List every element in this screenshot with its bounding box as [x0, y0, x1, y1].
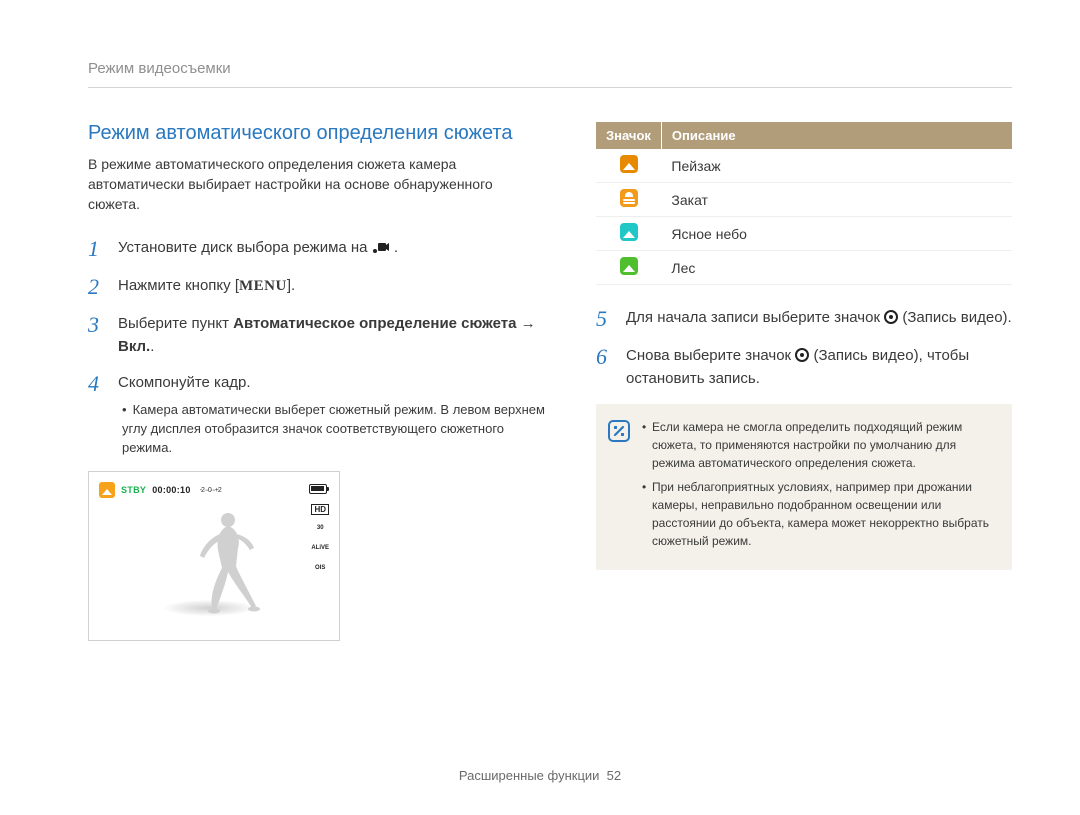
- preview-figure: [186, 508, 266, 618]
- arrow: →: [516, 315, 535, 332]
- content-columns: Режим автоматического определения сюжета…: [88, 122, 1012, 641]
- preview-status-row: STBY 00:00:10 -2···0···+2: [99, 482, 221, 498]
- intro-paragraph: В режиме автоматического определения сюж…: [88, 155, 548, 215]
- step-number: 1: [88, 237, 104, 262]
- menu-label: MENU: [239, 278, 287, 294]
- step-5: 5 Для начала записи выберите значок (Зап…: [596, 307, 1012, 331]
- scene-icon-table: Значок Описание Пейзаж Закат: [596, 122, 1012, 285]
- step-text: Снова выберите значок (Запись видео), чт…: [626, 345, 1012, 390]
- step-6: 6 Снова выберите значок (Запись видео), …: [596, 345, 1012, 390]
- battery-icon: [309, 484, 327, 494]
- cell: Закат: [661, 183, 1012, 217]
- ev-scale: -2···0···+2: [200, 487, 221, 494]
- stby-label: STBY: [121, 485, 146, 495]
- bold-option: Автоматическое определение сюжета: [233, 315, 516, 332]
- footer-label: Расширенные функции: [459, 768, 600, 783]
- table-row: Лес: [596, 251, 1012, 285]
- step-number: 5: [596, 307, 612, 331]
- th-desc: Описание: [661, 122, 1012, 149]
- step-text: Выберите пункт Автоматическое определени…: [118, 313, 548, 358]
- text: Скомпонуйте кадр.: [118, 374, 251, 391]
- record-icon: [884, 310, 898, 324]
- text: Для начала записи выберите значок: [626, 309, 884, 326]
- fps-badge-icon: 30: [312, 521, 328, 535]
- note-list: Если камера не смогла определить подходя…: [642, 418, 998, 556]
- footer-page: 52: [607, 768, 621, 783]
- table-row: Ясное небо: [596, 217, 1012, 251]
- text: .: [150, 338, 154, 355]
- preview-screen: STBY 00:00:10 -2···0···+2 HD 30 ALiVE OI…: [95, 478, 333, 634]
- step-4-bullets: Камера автоматически выберет сюжетный ре…: [118, 401, 548, 458]
- step-text: Для начала записи выберите значок (Запис…: [626, 307, 1012, 331]
- left-column: Режим автоматического определения сюжета…: [88, 122, 548, 641]
- step-1: 1 Установите диск выбора режима на .: [88, 237, 548, 262]
- text: Нажмите кнопку [: [118, 277, 239, 294]
- bold-value: Вкл.: [118, 338, 150, 355]
- text: .: [394, 239, 398, 256]
- landscape-icon: [620, 155, 638, 173]
- note-item: При неблагоприятных условиях, например п…: [642, 478, 998, 550]
- scene-badge-icon: [99, 482, 115, 498]
- table-row: Пейзаж: [596, 149, 1012, 183]
- breadcrumb: Режим видеосъемки: [88, 60, 1012, 88]
- forest-icon: [620, 257, 638, 275]
- sunset-icon: [620, 189, 638, 207]
- th-icon: Значок: [596, 122, 661, 149]
- clear-sky-icon: [620, 223, 638, 241]
- step-text: Нажмите кнопку [MENU].: [118, 275, 295, 299]
- right-column: Значок Описание Пейзаж Закат: [596, 122, 1012, 641]
- step-4: 4 Скомпонуйте кадр. Камера автоматически…: [88, 372, 548, 457]
- text: Установите диск выбора режима на: [118, 239, 372, 256]
- step-2: 2 Нажмите кнопку [MENU].: [88, 275, 548, 299]
- cell: Лес: [661, 251, 1012, 285]
- bullet: Камера автоматически выберет сюжетный ре…: [122, 401, 548, 458]
- page: Режим видеосъемки Режим автоматического …: [0, 0, 1080, 815]
- step-3: 3 Выберите пункт Автоматическое определе…: [88, 313, 548, 358]
- alive-badge-icon: ALiVE: [312, 541, 328, 555]
- camera-preview: STBY 00:00:10 -2···0···+2 HD 30 ALiVE OI…: [88, 471, 340, 641]
- page-footer: Расширенные функции 52: [0, 768, 1080, 783]
- record-icon: [795, 348, 809, 362]
- note-box: Если камера не смогла определить подходя…: [596, 404, 1012, 570]
- step-text: Скомпонуйте кадр. Камера автоматически в…: [118, 372, 548, 457]
- step-number: 4: [88, 372, 104, 457]
- ois-badge-icon: OIS: [312, 561, 328, 575]
- text: Снова выберите значок: [626, 347, 795, 364]
- note-icon: [608, 420, 630, 442]
- step-number: 3: [88, 313, 104, 358]
- preview-right-icons: HD 30 ALiVE OIS: [311, 504, 329, 575]
- cell: Ясное небо: [661, 217, 1012, 251]
- hd-badge: HD: [311, 504, 329, 515]
- steps-right: 5 Для начала записи выберите значок (Зап…: [596, 307, 1012, 390]
- mode-dial-video-icon: [372, 239, 390, 262]
- text: Выберите пункт: [118, 315, 233, 332]
- cell: Пейзаж: [661, 149, 1012, 183]
- note-item: Если камера не смогла определить подходя…: [642, 418, 998, 472]
- step-number: 6: [596, 345, 612, 390]
- table-row: Закат: [596, 183, 1012, 217]
- section-heading: Режим автоматического определения сюжета: [88, 122, 548, 145]
- timer-label: 00:00:10: [152, 485, 190, 495]
- text: ].: [287, 277, 295, 294]
- step-text: Установите диск выбора режима на .: [118, 237, 398, 262]
- text: (Запись видео).: [902, 309, 1011, 326]
- step-number: 2: [88, 275, 104, 299]
- steps-left: 1 Установите диск выбора режима на .: [88, 237, 548, 458]
